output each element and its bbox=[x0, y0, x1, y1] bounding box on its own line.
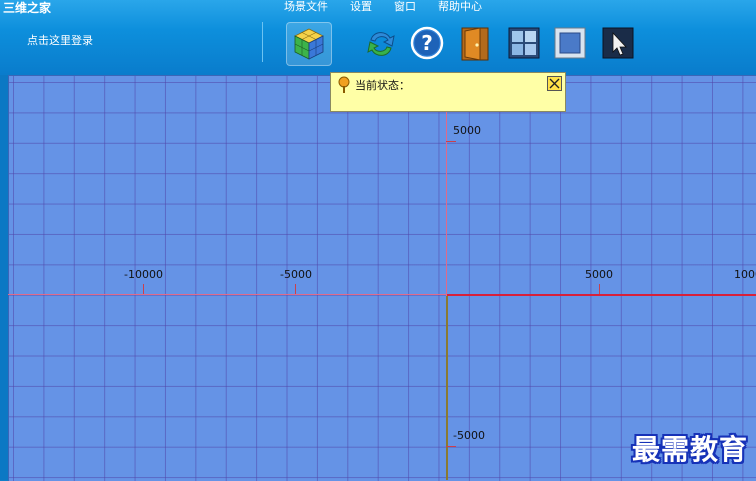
menu-help-center[interactable]: 帮助中心 bbox=[438, 0, 482, 14]
svg-text:?: ? bbox=[421, 31, 433, 55]
cube-tool-button[interactable] bbox=[286, 22, 332, 66]
x-label-10000: 1000 bbox=[734, 268, 756, 281]
x-label-neg10000: -10000 bbox=[124, 268, 163, 281]
window-tool-button[interactable] bbox=[505, 24, 543, 62]
undo-arrow-icon bbox=[367, 32, 395, 56]
menu-scene-file[interactable]: 场景文件 bbox=[284, 0, 328, 14]
watermark: 最需教育 bbox=[632, 433, 749, 466]
y-tick bbox=[446, 141, 456, 142]
select-tool-button[interactable] bbox=[599, 24, 637, 62]
toolbar-divider bbox=[262, 22, 263, 62]
cube-icon bbox=[294, 28, 324, 60]
scene-grid-viewport[interactable] bbox=[8, 75, 756, 481]
main-menu: 场景文件 设置 窗口 帮助中心 bbox=[284, 0, 504, 14]
status-close-button[interactable] bbox=[547, 76, 562, 91]
help-button[interactable]: ? bbox=[408, 24, 446, 62]
y-axis-negative bbox=[446, 296, 448, 480]
y-label-5000: 5000 bbox=[453, 124, 481, 137]
x-label-5000: 5000 bbox=[585, 268, 613, 281]
close-icon bbox=[549, 78, 560, 89]
status-label: 当前状态： bbox=[355, 79, 410, 92]
door-icon bbox=[461, 27, 489, 61]
y-label-neg5000: -5000 bbox=[453, 429, 485, 442]
door-tool-button[interactable] bbox=[456, 24, 494, 62]
status-panel: 当前状态： bbox=[330, 72, 566, 112]
toolbar-header: 三维之家 点击这里登录 场景文件 设置 窗口 帮助中心 ? bbox=[0, 0, 756, 75]
x-tick bbox=[295, 284, 296, 294]
app-brand: 三维之家 bbox=[3, 1, 52, 15]
undo-button[interactable] bbox=[362, 24, 400, 62]
help-icon: ? bbox=[410, 26, 444, 60]
cursor-icon bbox=[602, 27, 634, 59]
window-icon bbox=[508, 27, 540, 59]
login-link[interactable]: 点击这里登录 bbox=[27, 32, 93, 48]
pin-icon bbox=[338, 76, 350, 93]
menu-window[interactable]: 窗口 bbox=[394, 0, 416, 14]
x-axis-positive bbox=[447, 294, 756, 296]
y-tick bbox=[446, 446, 456, 447]
frame-tool-button[interactable] bbox=[551, 24, 589, 62]
menu-settings[interactable]: 设置 bbox=[350, 0, 372, 14]
x-label-neg5000: -5000 bbox=[280, 268, 312, 281]
viewport-left-edge bbox=[0, 75, 8, 480]
x-tick bbox=[143, 284, 144, 294]
frame-icon bbox=[554, 27, 586, 59]
x-tick bbox=[599, 284, 600, 294]
